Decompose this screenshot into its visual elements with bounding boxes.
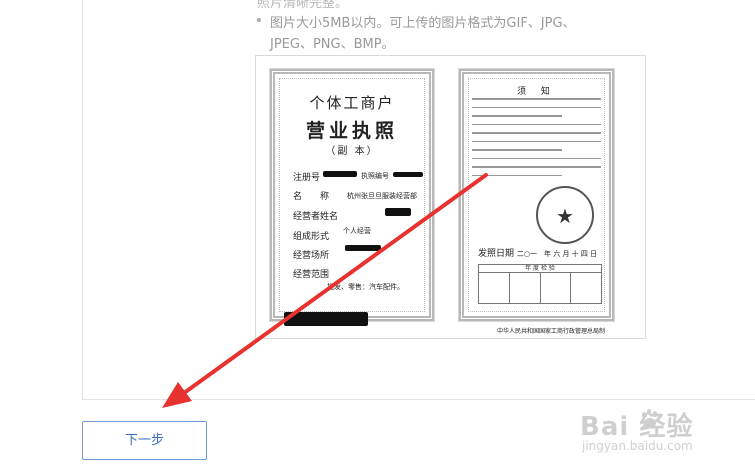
- baidu-jingyan-watermark: Bai 经验 jingyan.baidu.com: [580, 406, 752, 462]
- issue-date-value: 二○一 年 六 月 十 四 日: [516, 250, 598, 258]
- issue-date-label: 发照日期: [478, 249, 515, 259]
- license-title-line1: 个体工商户: [309, 94, 395, 112]
- operator-redaction: [385, 208, 411, 216]
- license-front: 个体工商户 营业执照 （副 本） 注册号 执照编号 名 称 杭州张旦旦服装经营部…: [269, 68, 435, 322]
- watermark-url: jingyan.baidu.com: [582, 439, 693, 453]
- name-value: 杭州张旦旦服装经营部: [347, 192, 417, 200]
- next-step-button[interactable]: 下一步: [82, 421, 207, 460]
- license-no-redaction: [393, 172, 423, 177]
- reg-no-label: 注册号: [293, 173, 321, 183]
- official-seal: ★: [536, 186, 594, 244]
- scope-label: 经营范围: [293, 270, 330, 280]
- reg-no-redaction: [323, 171, 357, 177]
- scope-value: 批发、零售：汽车配件。: [327, 283, 404, 291]
- seal-star-icon: ★: [556, 204, 574, 228]
- form-value: 个人经营: [343, 227, 371, 235]
- requirement-size-format: 图片大小5MB以内。可上传的图片格式为GIF、JPG、: [257, 12, 576, 31]
- watermark-logo: Bai 经验: [580, 412, 694, 442]
- license-notice-page: 须 知 ★ 发照日期 二○一 年 六 月 十 四 日 年 度 检 验 中华人民共…: [458, 68, 615, 335]
- notice-title: 须 知: [517, 87, 556, 97]
- license-title-line2: 营业执照: [305, 120, 398, 142]
- issue-date: 发照日期 二○一 年 六 月 十 四 日: [478, 246, 597, 259]
- requirement-cut-text: 照片清晰完整。: [257, 0, 349, 11]
- license-title-line3: （副 本）: [325, 146, 379, 157]
- issuing-authority: 中华人民共和国国家工商行政管理总局制: [496, 328, 605, 335]
- place-label: 经营场所: [293, 251, 330, 261]
- notice-text-block: [472, 98, 601, 183]
- license-no-label: 执照编号: [361, 172, 389, 180]
- place-redaction: [345, 245, 381, 251]
- sample-license-image: 个体工商户 营业执照 （副 本） 注册号 执照编号 名 称 杭州张旦旦服装经营部…: [255, 55, 646, 339]
- baidu-paw-icon: [641, 409, 658, 428]
- annual-inspection-table: [478, 272, 602, 304]
- operator-label: 经营者姓名: [293, 212, 339, 222]
- requirement-size-format-text: 图片大小5MB以内。可上传的图片格式为GIF、JPG、: [270, 16, 576, 31]
- form-label: 组成形式: [293, 232, 330, 242]
- requirement-formats: JPEG、PNG、BMP。: [270, 37, 395, 52]
- name-label: 名 称: [293, 192, 330, 202]
- bottom-redaction: [284, 312, 368, 326]
